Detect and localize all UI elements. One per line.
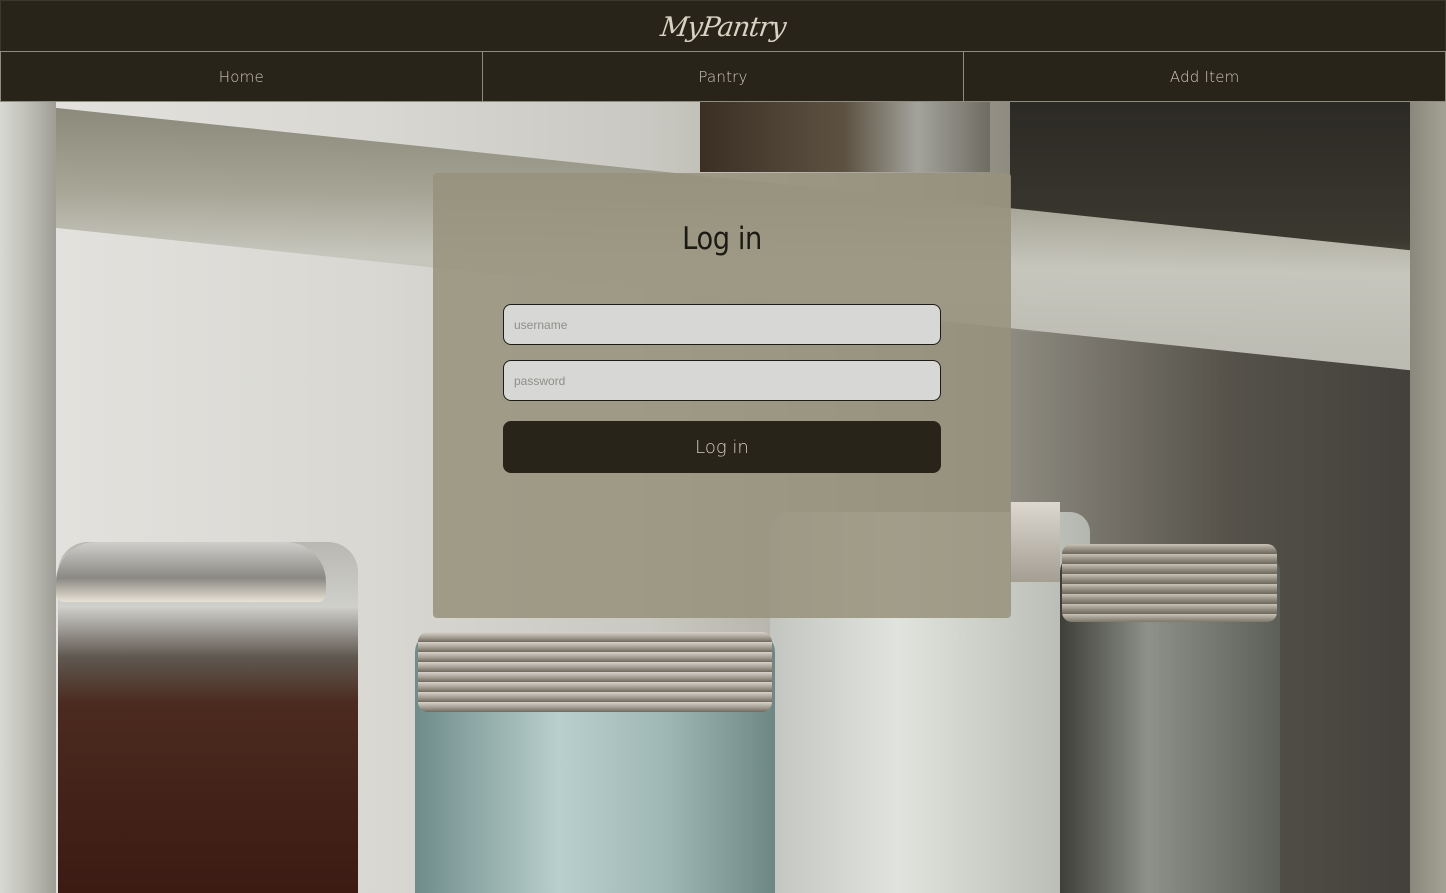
jar-lid — [418, 632, 772, 712]
login-form: Log in Log in — [433, 173, 1011, 618]
jar-lid — [56, 542, 326, 602]
app-root: MyPantry Home Pantry Add Item Log in Log… — [0, 0, 1446, 893]
nav-item-home[interactable]: Home — [0, 51, 483, 102]
jar-lid — [1010, 502, 1060, 582]
shelf-post-left — [0, 102, 56, 893]
site-header: MyPantry — [0, 0, 1446, 52]
password-input[interactable] — [503, 360, 941, 401]
site-logo[interactable]: MyPantry — [658, 10, 787, 43]
nav-item-add-item[interactable]: Add Item — [964, 51, 1446, 102]
shelf-post-right — [1410, 102, 1446, 893]
login-title: Log in — [682, 221, 762, 257]
jar-lid — [1062, 544, 1277, 622]
nav-item-pantry[interactable]: Pantry — [482, 51, 965, 102]
username-input[interactable] — [503, 304, 941, 345]
top-jar — [700, 102, 990, 172]
main-nav: Home Pantry Add Item — [0, 51, 1446, 102]
login-button[interactable]: Log in — [503, 421, 941, 473]
